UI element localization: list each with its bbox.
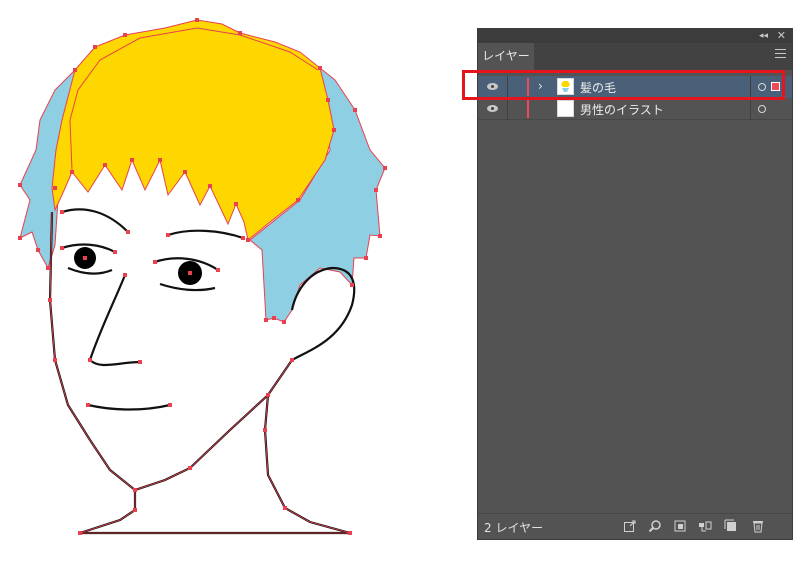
eyebrow-right — [167, 229, 244, 240]
layer-name[interactable]: 男性のイラスト — [580, 101, 664, 118]
create-sublayer-icon[interactable] — [698, 519, 712, 533]
eye-left-lower — [67, 266, 113, 275]
make-clipping-mask-icon[interactable] — [673, 519, 687, 533]
export-icon[interactable] — [623, 519, 637, 533]
neck-left — [79, 490, 137, 535]
panel-footer: 2 レイヤー — [478, 513, 792, 539]
collapse-panel-icon[interactable]: ◂◂ — [759, 30, 768, 42]
illustration — [18, 18, 387, 535]
new-layer-icon[interactable] — [724, 519, 738, 533]
layer-row-illustration[interactable]: 男性のイラスト — [478, 98, 792, 120]
eye-right-lower — [159, 282, 216, 292]
target-circle-icon[interactable] — [758, 105, 766, 113]
layer-thumbnail — [557, 100, 574, 117]
mouth — [87, 403, 171, 411]
panel-menu-icon[interactable] — [775, 49, 786, 59]
layers-panel: ◂◂ ✕ レイヤー › 髪の毛 男性のイラスト 2 レイヤー — [477, 28, 793, 540]
eye-icon — [487, 105, 498, 112]
locate-object-icon[interactable] — [648, 519, 662, 533]
eyebrow-left — [61, 208, 129, 233]
neck-right — [263, 394, 351, 535]
layer-color-bar — [527, 100, 529, 118]
layer-count: 2 レイヤー — [484, 521, 544, 535]
panel-title-bar[interactable]: ◂◂ ✕ — [478, 29, 792, 43]
annotation-highlight-box — [462, 70, 785, 100]
delete-icon[interactable] — [751, 519, 765, 533]
visibility-toggle[interactable] — [478, 98, 506, 120]
close-panel-icon[interactable]: ✕ — [777, 29, 786, 42]
tab-layers[interactable]: レイヤー — [478, 43, 534, 70]
nose — [88, 274, 141, 367]
artboard[interactable] — [0, 0, 470, 562]
tab-strip: レイヤー — [478, 43, 792, 70]
